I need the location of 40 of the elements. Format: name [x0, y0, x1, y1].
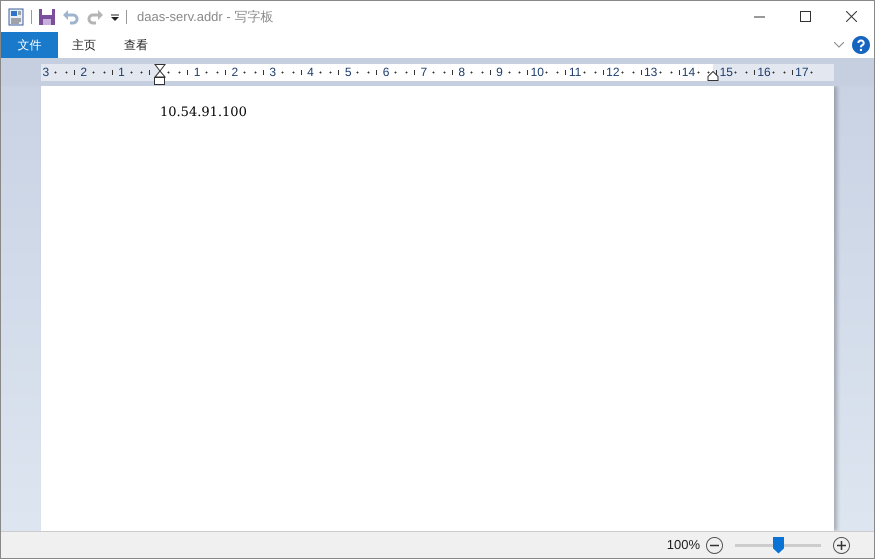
ruler-number: 6: [382, 65, 390, 79]
window-title: daas-serv.addr - 写字板: [137, 8, 274, 26]
left-indent-marker-icon[interactable]: [154, 77, 166, 86]
ruler[interactable]: 3 2 1 1 2 3 4 5 6 7 8 9 10 11 12 13 14 15 16 17: [41, 64, 834, 81]
ruler-number: 5: [344, 65, 352, 79]
plus-icon: [837, 540, 846, 550]
ruler-number: 9: [496, 65, 503, 79]
zoom-slider-thumb[interactable]: [773, 536, 784, 554]
right-indent-marker-icon[interactable]: [707, 71, 719, 81]
ruler-number: 3: [42, 65, 50, 79]
ruler-number: 8: [458, 65, 465, 79]
help-icon[interactable]: [852, 36, 870, 54]
save-icon[interactable]: [38, 8, 56, 26]
ruler-number: 12: [606, 65, 620, 79]
ruler-number: 2: [232, 65, 238, 79]
ruler-number: 1: [118, 65, 125, 79]
collapse-ribbon-icon[interactable]: [834, 42, 844, 48]
ruler-number: 11: [568, 65, 582, 79]
ruler-number: 13: [644, 65, 658, 79]
ruler-number: 16: [757, 65, 771, 79]
ruler-number: 17: [795, 65, 809, 79]
ruler-number: 10: [530, 65, 544, 79]
ruler-number: 2: [80, 65, 88, 79]
document-page[interactable]: 10.54.91.100: [41, 86, 834, 531]
document-text: 10.54.91.100: [160, 104, 247, 122]
ruler-number: 1: [194, 65, 200, 79]
ruler-number: 15: [720, 65, 733, 79]
zoom-in-button[interactable]: [833, 536, 850, 554]
zoom-level: 100%: [666, 536, 700, 554]
ribbon-tab[interactable]: 文件: [1, 32, 58, 58]
ruler-number: 3: [269, 65, 276, 79]
ruler-number: 14: [682, 65, 696, 79]
ruler-number: 7: [420, 65, 428, 79]
app-icon: [7, 8, 25, 26]
close-icon: [846, 11, 856, 22]
ruler-number: 4: [307, 65, 314, 79]
maximize-icon: [800, 11, 810, 22]
ribbon-tab[interactable]: 主页: [58, 32, 110, 58]
ribbon-tab[interactable]: 查看: [110, 32, 162, 58]
zoom-out-button[interactable]: [706, 536, 723, 554]
